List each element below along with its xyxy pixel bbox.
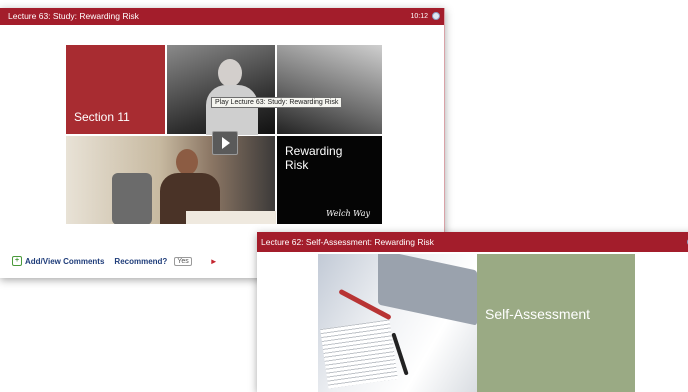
recommend-label: Recommend? <box>114 256 168 266</box>
recommend-yes-button[interactable]: Yes <box>174 256 192 266</box>
topic-line-1: Rewarding <box>285 144 343 158</box>
document-pages <box>320 319 398 389</box>
presenter-head <box>218 59 242 87</box>
comment-icon[interactable]: + <box>12 256 22 266</box>
section-label: Section 11 <box>74 110 130 124</box>
lecture-63-title[interactable]: Lecture 63: Study: Rewarding Risk <box>8 11 139 21</box>
topic-tile: Rewarding Risk Welch Way <box>277 136 382 224</box>
self-assessment-tile: Self-Assessment <box>477 254 635 392</box>
lecture-63-duration: 10:12 <box>410 13 428 20</box>
presenter-body <box>206 85 258 135</box>
desk-photo <box>318 254 477 392</box>
office-chair <box>112 173 152 224</box>
lecture-63-actions: + Add/View Comments Recommend? Yes ► <box>12 256 218 266</box>
play-tooltip: Play Lecture 63: Study: Rewarding Risk <box>211 97 343 108</box>
lecture-62-title[interactable]: Lecture 62: Self-Assessment: Rewarding R… <box>261 237 434 247</box>
section-tile: Section 11 <box>66 45 165 134</box>
add-view-comments-link[interactable]: Add/View Comments <box>25 257 104 266</box>
lecture-63-thumbnail[interactable]: Section 11 Rewarding Risk Welch Way Play… <box>66 45 382 224</box>
background-photo <box>277 45 382 134</box>
lecture-62-thumbnail[interactable]: Self-Assessment <box>318 254 635 392</box>
lecture-63-titlebar: Lecture 63: Study: Rewarding Risk 10:12 <box>0 8 444 25</box>
status-dot-icon <box>432 12 440 20</box>
laptop <box>378 254 477 326</box>
lecture-62-titlebar: Lecture 62: Self-Assessment: Rewarding R… <box>257 232 688 252</box>
lecture-62-card: Lecture 62: Self-Assessment: Rewarding R… <box>257 232 688 392</box>
signature-logo: Welch Way <box>326 209 370 218</box>
next-arrow-icon[interactable]: ► <box>210 257 218 266</box>
student-head <box>176 149 198 175</box>
topic-line-2: Risk <box>285 158 309 172</box>
play-icon[interactable] <box>212 131 238 155</box>
desk <box>186 211 276 224</box>
topic-title: Rewarding Risk <box>285 144 342 172</box>
self-assessment-label: Self-Assessment <box>485 306 591 322</box>
